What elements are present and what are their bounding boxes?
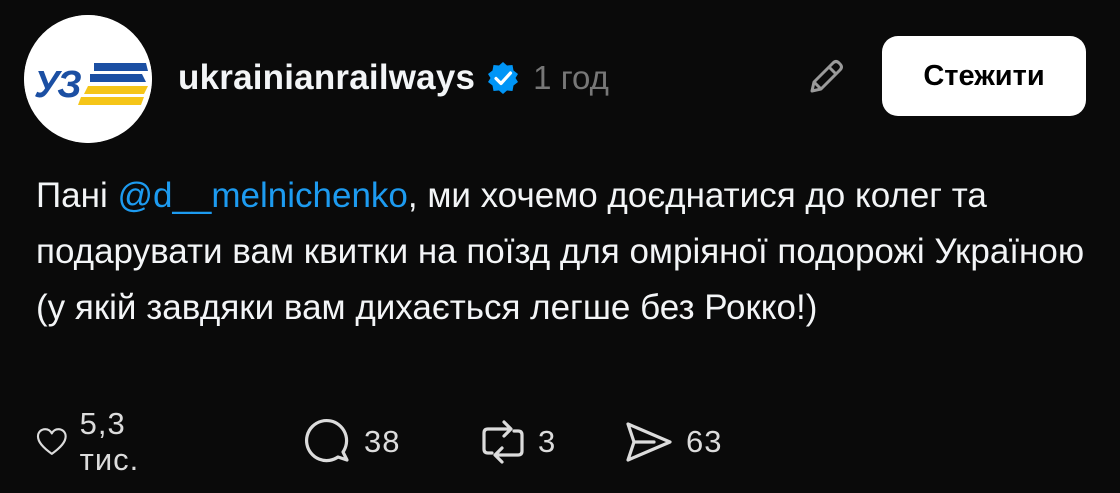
repost-icon [482, 420, 524, 464]
share-button[interactable]: 63 [624, 415, 722, 469]
repost-button[interactable]: 3 [480, 415, 556, 469]
post-caption: Пані @d__melnichenko, ми хочемо доєднати… [36, 168, 1106, 336]
caption-prefix: Пані [36, 176, 118, 215]
ukrzaliznytsia-logo: УЗ [24, 15, 152, 143]
username[interactable]: ukrainianrailways [178, 58, 475, 98]
follow-button[interactable]: Стежити [882, 36, 1086, 116]
repost-count: 3 [538, 424, 557, 459]
post-header: ukrainianrailways 1 год [178, 50, 609, 106]
share-send-icon [626, 422, 672, 462]
avatar[interactable]: УЗ [24, 15, 152, 143]
logo-lettering: УЗ [34, 64, 81, 106]
verified-badge-icon [485, 60, 521, 96]
heart-icon [36, 428, 67, 455]
post-timestamp: 1 год [533, 59, 609, 96]
share-count: 63 [686, 424, 723, 459]
comment-bubble-icon [305, 419, 349, 463]
threads-post: УЗ ukrainianrailways 1 год Стежити Пані … [0, 0, 1120, 493]
like-count: 5,3 тис. [79, 406, 140, 477]
comment-button[interactable]: 38 [304, 415, 400, 469]
pencil-icon[interactable] [803, 54, 849, 100]
mention-link[interactable]: @d__melnichenko [117, 176, 407, 215]
like-button[interactable]: 5,3 тис. [36, 406, 156, 477]
comment-count: 38 [364, 424, 401, 459]
